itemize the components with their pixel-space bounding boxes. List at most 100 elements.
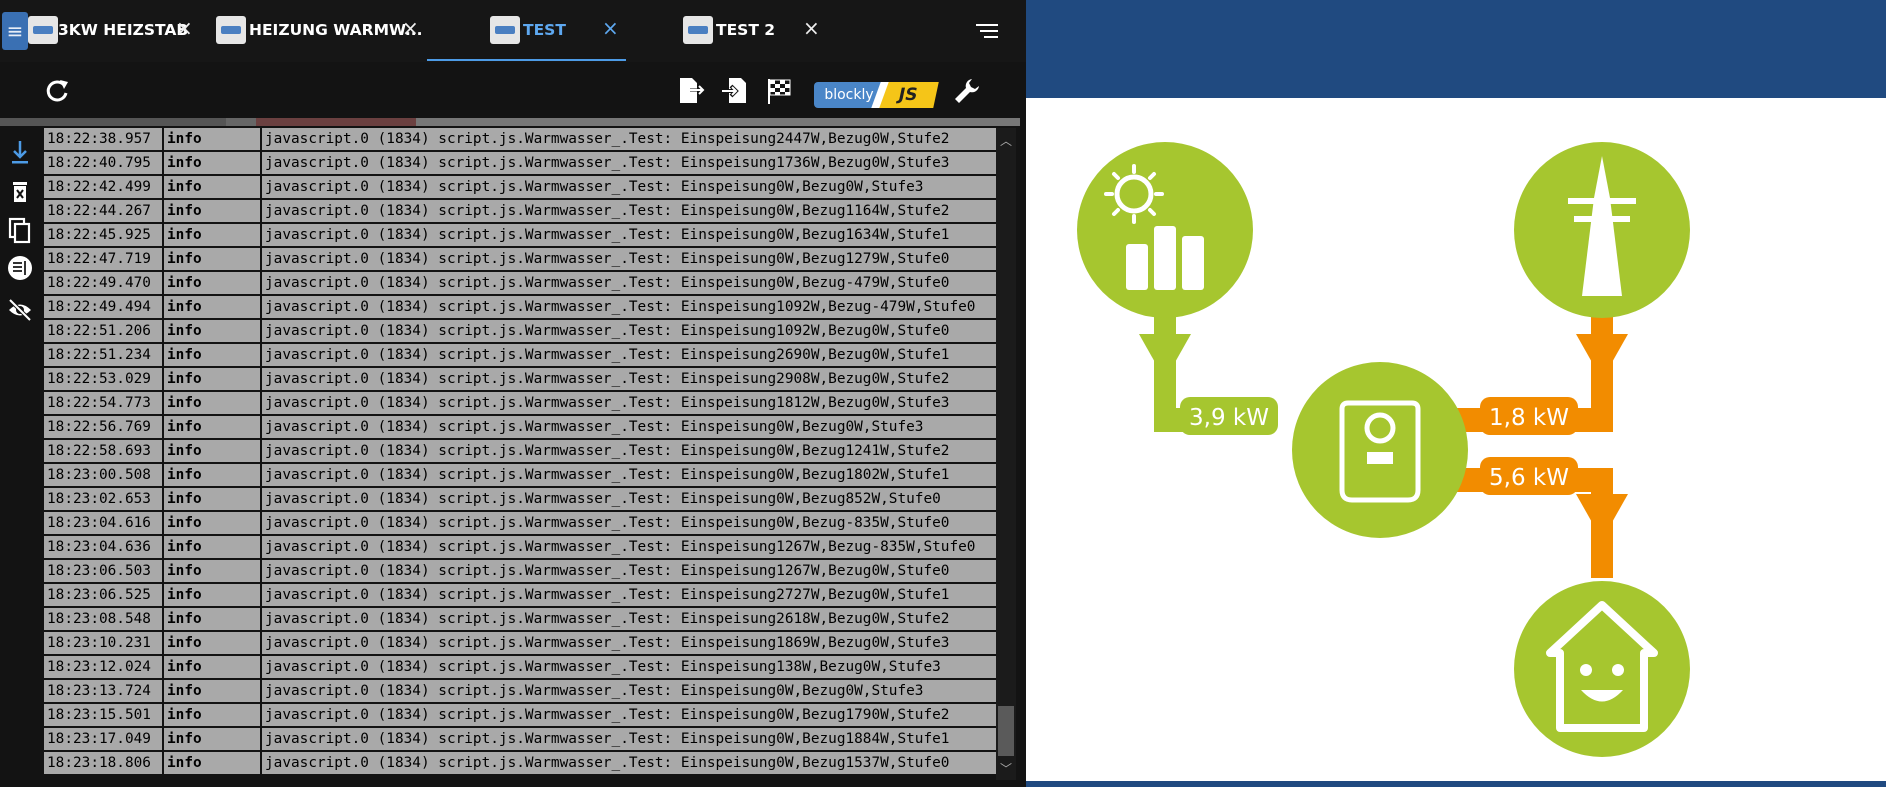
log-row[interactable]: 18:23:02.653 info javascript.0 (1834) scri… (44, 488, 996, 512)
export-icon[interactable] (676, 76, 706, 106)
chevron-down-icon[interactable]: ﹀ (1000, 760, 1012, 777)
menu-button[interactable]: ≡ (2, 12, 28, 50)
log-severity: info (164, 392, 260, 414)
log-row[interactable]: 18:23:06.525 info javascript.0 (1834) scri… (44, 584, 996, 608)
log-row[interactable]: 18:22:54.773 info javascript.0 (1834) scri… (44, 392, 996, 416)
log-severity: info (164, 296, 260, 318)
log-row[interactable]: 18:22:53.029 info javascript.0 (1834) scri… (44, 368, 996, 392)
divider-segment (416, 118, 1020, 126)
log-message: javascript.0 (1834) script.js.Warmwasser… (262, 272, 996, 294)
scroll-bottom-icon[interactable] (6, 138, 34, 166)
close-icon[interactable]: × (602, 16, 619, 40)
wrench-icon[interactable] (952, 76, 982, 106)
log-row[interactable]: 18:23:04.636 info javascript.0 (1834) scri… (44, 536, 996, 560)
log-severity: info (164, 320, 260, 342)
log-row[interactable]: 18:23:04.616 info javascript.0 (1834) scri… (44, 512, 996, 536)
log-row[interactable]: 18:22:38.957 info javascript.0 (1834) scri… (44, 128, 996, 152)
log-message: javascript.0 (1834) script.js.Warmwasser… (262, 392, 996, 414)
split-divider[interactable] (0, 118, 1020, 126)
log-time: 18:23:02.653 (44, 488, 162, 510)
clear-log-icon[interactable] (6, 178, 34, 206)
log-time: 18:22:51.234 (44, 344, 162, 366)
log-actions (0, 126, 40, 786)
log-time: 18:23:06.525 (44, 584, 162, 606)
log-row[interactable]: 18:22:56.769 info javascript.0 (1834) scri… (44, 416, 996, 440)
log-message: javascript.0 (1834) script.js.Warmwasser… (262, 224, 996, 246)
log-row[interactable]: 18:22:51.234 info javascript.0 (1834) scri… (44, 344, 996, 368)
log-message: javascript.0 (1834) script.js.Warmwasser… (262, 248, 996, 270)
log-time: 18:22:49.494 (44, 296, 162, 318)
log-message: javascript.0 (1834) script.js.Warmwasser… (262, 320, 996, 342)
log-time: 18:22:56.769 (44, 416, 162, 438)
log-row[interactable]: 18:23:12.024 info javascript.0 (1834) scri… (44, 656, 996, 680)
tab-bar: ≡ 3KW HEIZSTAB × HEIZUNG WARMW... × TEST… (0, 0, 1026, 62)
log-severity: info (164, 128, 260, 150)
log-message: javascript.0 (1834) script.js.Warmwasser… (262, 368, 996, 390)
close-icon[interactable]: × (402, 16, 419, 40)
log-time: 18:22:58.693 (44, 440, 162, 462)
log-time: 18:23:04.616 (44, 512, 162, 534)
tab-heizung-warmwasser[interactable]: HEIZUNG WARMW... × (216, 0, 423, 62)
log-row[interactable]: 18:22:49.494 info javascript.0 (1834) scri… (44, 296, 996, 320)
refresh-icon[interactable] (42, 76, 72, 106)
house-icon (1514, 581, 1690, 757)
close-icon[interactable]: × (176, 16, 193, 40)
columns-icon[interactable] (6, 254, 34, 282)
log-scrollbar[interactable]: ︿ ﹀ (996, 128, 1016, 780)
tab-label: HEIZUNG WARMW... (249, 21, 423, 39)
log-row[interactable]: 18:23:13.724 info javascript.0 (1834) scri… (44, 680, 996, 704)
power-pylon-icon (1514, 142, 1690, 318)
close-icon[interactable]: × (803, 16, 820, 40)
tab-label: TEST (523, 21, 566, 39)
log-severity: info (164, 584, 260, 606)
log-time: 18:23:04.636 (44, 536, 162, 558)
log-row[interactable]: 18:23:08.548 info javascript.0 (1834) scri… (44, 608, 996, 632)
flag-icon[interactable] (764, 76, 794, 106)
log-row[interactable]: 18:23:00.508 info javascript.0 (1834) scri… (44, 464, 996, 488)
log-message: javascript.0 (1834) script.js.Warmwasser… (262, 704, 996, 726)
log-row[interactable]: 18:23:06.503 info javascript.0 (1834) scri… (44, 560, 996, 584)
chevron-up-icon[interactable]: ︿ (1000, 132, 1012, 149)
import-icon[interactable] (720, 76, 750, 106)
tab-test[interactable]: TEST × (490, 0, 625, 62)
log-row[interactable]: 18:23:15.501 info javascript.0 (1834) scri… (44, 704, 996, 728)
blockly-js-toggle[interactable]: blockly JS (814, 82, 939, 108)
house-power-badge: 5,6 kW (1480, 457, 1578, 495)
log-message: javascript.0 (1834) script.js.Warmwasser… (262, 680, 996, 702)
tab-3kw-heizstab[interactable]: 3KW HEIZSTAB × (28, 0, 193, 62)
log-severity: info (164, 224, 260, 246)
log-message: javascript.0 (1834) script.js.Warmwasser… (262, 560, 996, 582)
log-row[interactable]: 18:22:40.795 info javascript.0 (1834) scri… (44, 152, 996, 176)
log-row[interactable]: 18:22:51.206 info javascript.0 (1834) scri… (44, 320, 996, 344)
log-row[interactable]: 18:22:49.470 info javascript.0 (1834) scri… (44, 272, 996, 296)
tab-test-2[interactable]: TEST 2 × (683, 0, 820, 62)
script-editor-panel: ≡ 3KW HEIZSTAB × HEIZUNG WARMW... × TEST… (0, 0, 1026, 787)
log-row[interactable]: 18:22:44.267 info javascript.0 (1834) scri… (44, 200, 996, 224)
log-row[interactable]: 18:23:18.806 info javascript.0 (1834) scri… (44, 752, 996, 776)
copy-icon[interactable] (6, 216, 34, 244)
log-row[interactable]: 18:22:58.693 info javascript.0 (1834) scri… (44, 440, 996, 464)
log-row[interactable]: 18:23:17.049 info javascript.0 (1834) scri… (44, 728, 996, 752)
log-message: javascript.0 (1834) script.js.Warmwasser… (262, 536, 996, 558)
log-time: 18:23:06.503 (44, 560, 162, 582)
log-time: 18:22:40.795 (44, 152, 162, 174)
panel-footer (1026, 781, 1886, 787)
log-message: javascript.0 (1834) script.js.Warmwasser… (262, 512, 996, 534)
log-row[interactable]: 18:23:10.231 info javascript.0 (1834) scri… (44, 632, 996, 656)
tab-overflow-icon[interactable] (976, 24, 998, 42)
inverter-icon (1292, 362, 1468, 538)
log-time: 18:23:18.806 (44, 752, 162, 774)
log-row[interactable]: 18:22:45.925 info javascript.0 (1834) scri… (44, 224, 996, 248)
log-message: javascript.0 (1834) script.js.Warmwasser… (262, 632, 996, 654)
hide-icon[interactable] (6, 296, 34, 324)
log-row[interactable]: 18:22:47.719 info javascript.0 (1834) scri… (44, 248, 996, 272)
scrollbar-thumb[interactable] (998, 706, 1014, 756)
energy-flow-diagram: 3,9 kW 1,8 kW 5,6 kW (1026, 98, 1886, 781)
log-row[interactable]: 18:22:42.499 info javascript.0 (1834) scri… (44, 176, 996, 200)
log-message: javascript.0 (1834) script.js.Warmwasser… (262, 200, 996, 222)
log-severity: info (164, 608, 260, 630)
log-severity: info (164, 368, 260, 390)
log-message: javascript.0 (1834) script.js.Warmwasser… (262, 656, 996, 678)
solar-power-value: 3,9 kW (1189, 405, 1269, 431)
log-severity: info (164, 248, 260, 270)
